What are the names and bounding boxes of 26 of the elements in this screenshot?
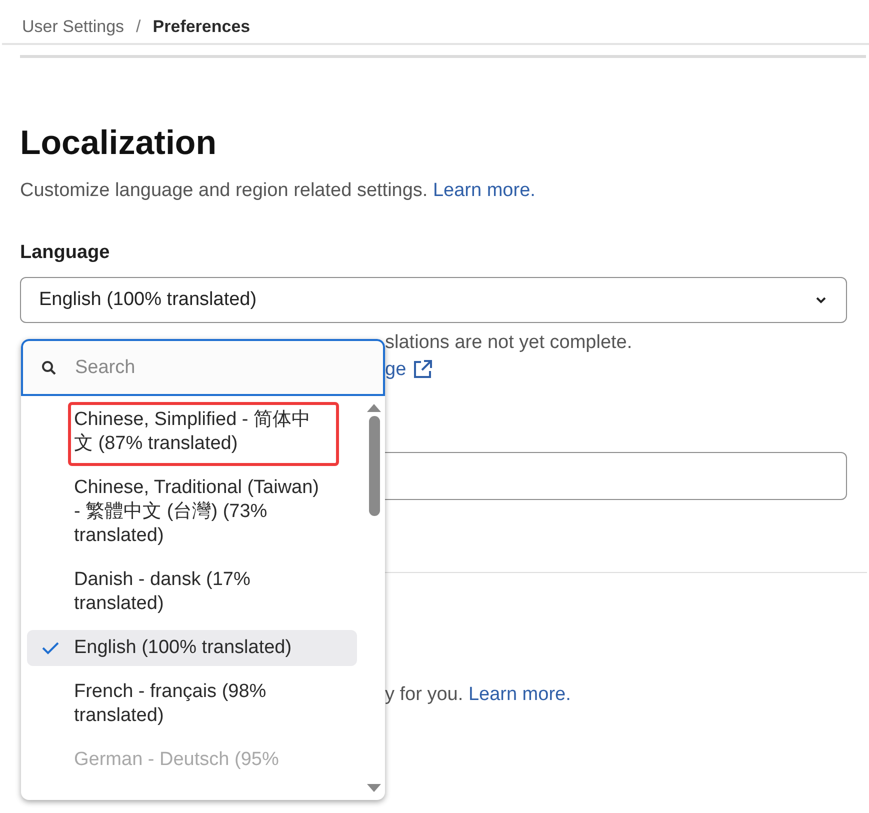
external-link-icon <box>412 359 434 380</box>
language-option[interactable]: English (100% translated) <box>27 630 357 666</box>
search-icon <box>41 360 57 376</box>
page-heading: Localization <box>20 123 218 163</box>
scroll-down-icon <box>367 784 381 792</box>
search-field[interactable]: Search <box>21 339 385 396</box>
language-select[interactable]: English (100% translated) <box>20 277 847 323</box>
body-text: y for you. Learn more. <box>385 683 571 707</box>
learn-more-link[interactable]: Learn more. <box>432 180 536 201</box>
scroll-up-icon <box>367 404 381 412</box>
scrollbar-thumb[interactable] <box>368 416 380 516</box>
helper-text: slations are not yet complete. <box>385 331 632 355</box>
language-option[interactable]: Chinese, Traditional (Taiwan) - 繁體中文 (台灣) (73% translated) <box>27 470 357 554</box>
check-icon <box>42 642 59 654</box>
search-input[interactable]: Search <box>73 356 365 380</box>
description-text: Customize language and region related settings. Learn more. <box>20 179 536 203</box>
breadcrumb-separator: / <box>136 17 141 37</box>
language-option[interactable]: French - français (98% translated) <box>27 674 357 734</box>
breadcrumb-item: Preferences <box>152 17 250 37</box>
language-option[interactable]: Danish - dansk (17% translated) <box>27 562 357 622</box>
input-field[interactable] <box>385 452 847 500</box>
language-label: Language <box>20 241 111 265</box>
language-option[interactable]: Chinese, Simplified - 简体中文 (87% translated) <box>27 402 357 462</box>
breadcrumb-item[interactable]: User Settings <box>22 17 124 37</box>
translate-link[interactable]: ge <box>385 356 406 383</box>
learn-more-link[interactable]: Learn more. <box>468 684 571 705</box>
